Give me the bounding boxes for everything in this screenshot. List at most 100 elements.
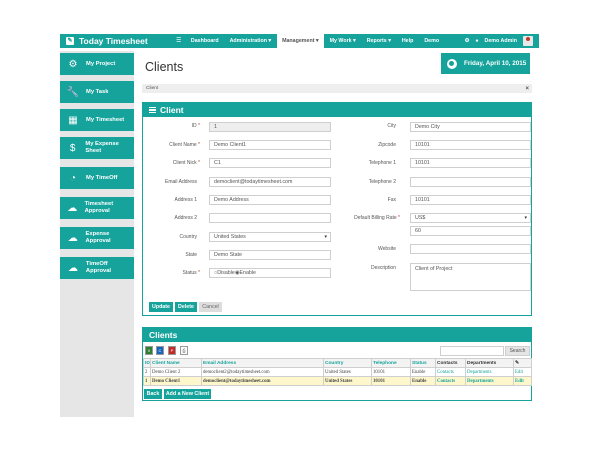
cell-email: democlient2@todaytimesheet.com bbox=[201, 367, 324, 377]
nav-management[interactable]: Management ▾ bbox=[276, 34, 325, 48]
wrench-icon: 🔧 bbox=[66, 86, 80, 98]
currency-selected-value: US$ bbox=[415, 215, 426, 221]
cell-client-name: Demo Client1 bbox=[150, 376, 202, 386]
cloud-upload-icon: ☁ bbox=[67, 232, 78, 244]
add-client-button[interactable]: Add a New Client bbox=[164, 389, 211, 399]
edit-link[interactable]: Edit bbox=[513, 367, 532, 377]
client-nick-field[interactable]: C1 bbox=[209, 158, 331, 168]
col-header-email[interactable]: Email Address bbox=[201, 358, 324, 368]
pencil-logo-icon: ✎ bbox=[66, 37, 74, 45]
clients-table: ID Client Name Email Address Country Tel… bbox=[143, 358, 532, 386]
col-header-country[interactable]: Country bbox=[323, 358, 372, 368]
excel-icon[interactable]: X bbox=[145, 346, 153, 355]
sidebar-item-label: My Expense Sheet bbox=[85, 141, 119, 154]
contacts-link[interactable]: Contacts bbox=[435, 367, 466, 377]
chevron-down-icon: ▾ bbox=[324, 234, 327, 240]
cloud-upload-icon: ☁ bbox=[67, 202, 78, 214]
col-header-client-name[interactable]: Client Name bbox=[150, 358, 202, 368]
col-header-status[interactable]: Status bbox=[410, 358, 436, 368]
cell-status: Enable bbox=[410, 367, 436, 377]
edit-link[interactable]: Edit bbox=[513, 376, 532, 386]
update-button[interactable]: Update bbox=[149, 302, 173, 312]
city-field[interactable]: Demo City bbox=[410, 122, 531, 132]
date-box: Friday, April 10, 2015 bbox=[441, 53, 530, 74]
address2-field[interactable] bbox=[209, 213, 331, 223]
globe-icon bbox=[447, 58, 457, 69]
sidebar-item-label: My TimeOff bbox=[86, 174, 118, 181]
table-row[interactable]: 2 Demo Client 2 democlient2@todaytimeshe… bbox=[143, 367, 532, 377]
email-field[interactable]: democlient@todaytimesheet.com bbox=[209, 177, 331, 187]
city-label: City bbox=[387, 123, 396, 129]
print-icon[interactable]: ⎙ bbox=[180, 346, 188, 355]
sidebar-item-timesheet-approval[interactable]: ☁ Timesheet Approval bbox=[60, 197, 134, 219]
table-header-row: ID Client Name Email Address Country Tel… bbox=[143, 358, 532, 368]
description-textarea[interactable]: Client of Project bbox=[410, 263, 531, 291]
status-label: Status * bbox=[182, 270, 200, 276]
notification-icon[interactable]: ● bbox=[475, 38, 478, 44]
nav-administration[interactable]: Administration ▾ bbox=[224, 34, 277, 48]
money-icon: $ bbox=[69, 142, 76, 154]
top-navbar: ✎ Today Timesheet ☰ Dashboard Administra… bbox=[60, 34, 539, 48]
nav-help[interactable]: Help bbox=[396, 34, 418, 48]
col-header-id[interactable]: ID bbox=[143, 358, 151, 368]
brand[interactable]: ✎ Today Timesheet bbox=[60, 36, 172, 46]
close-icon[interactable]: × bbox=[525, 86, 529, 92]
pdf-icon[interactable]: P bbox=[168, 346, 176, 355]
billing-rate-field[interactable]: 60 bbox=[410, 226, 531, 236]
nav-my-work[interactable]: My Work ▾ bbox=[324, 34, 361, 48]
table-row[interactable]: 1 Demo Client1 democlient@todaytimesheet… bbox=[143, 376, 532, 386]
chevron-down-icon: ▾ bbox=[524, 215, 527, 221]
nav-reports[interactable]: Reports ▾ bbox=[361, 34, 396, 48]
sidebar-item-my-task[interactable]: 🔧 My Task bbox=[60, 81, 134, 103]
cancel-button[interactable]: Cancel bbox=[199, 302, 222, 312]
departments-link[interactable]: Departments bbox=[465, 367, 514, 377]
website-field[interactable] bbox=[410, 244, 531, 254]
settings-icon[interactable]: ⚙ bbox=[465, 38, 470, 44]
cell-email: democlient@todaytimesheet.com bbox=[201, 376, 324, 386]
country-select[interactable]: United States ▾ bbox=[209, 232, 331, 242]
search-button[interactable]: Search bbox=[505, 346, 530, 356]
client-form-title: Client bbox=[160, 105, 184, 115]
sidebar-item-timeoff-approval[interactable]: ☁ TimeOff Approval bbox=[60, 257, 134, 279]
sidebar-item-my-expense-sheet[interactable]: $ My Expense Sheet bbox=[60, 137, 134, 159]
avatar[interactable] bbox=[523, 36, 533, 46]
sidebar-item-my-timeoff[interactable]: ◔ My TimeOff bbox=[60, 167, 134, 189]
nav-dashboard[interactable]: Dashboard bbox=[185, 34, 224, 48]
id-label: ID * bbox=[191, 123, 200, 129]
sidebar-item-my-timesheet[interactable]: ▦ My Timesheet bbox=[60, 109, 134, 131]
zipcode-field[interactable]: 10101 bbox=[410, 140, 531, 150]
state-field[interactable]: Demo State bbox=[209, 250, 331, 260]
client-name-field[interactable]: Demo Client1 bbox=[209, 140, 331, 150]
sidebar-item-expense-approval[interactable]: ☁ Expense Approval bbox=[60, 227, 134, 249]
clients-grid-header: Clients bbox=[143, 328, 531, 342]
departments-link[interactable]: Departments bbox=[465, 376, 514, 386]
currency-select[interactable]: US$ ▾ bbox=[410, 213, 531, 223]
telephone2-field[interactable] bbox=[410, 177, 531, 187]
breadcrumb-item[interactable]: Client bbox=[146, 86, 158, 91]
col-header-telephone[interactable]: Telephone bbox=[371, 358, 411, 368]
fax-field[interactable]: 10101 bbox=[410, 195, 531, 205]
csv-icon[interactable]: C bbox=[156, 346, 164, 355]
nav-demo[interactable]: Demo bbox=[419, 34, 445, 48]
telephone2-label: Telephone 2 bbox=[368, 179, 396, 185]
address1-field[interactable]: Demo Address bbox=[209, 195, 331, 205]
cell-status: Enable bbox=[410, 376, 436, 386]
clients-grid-title: Clients bbox=[149, 330, 178, 340]
user-area: ⚙ ● Demo Admin bbox=[459, 36, 539, 46]
user-name[interactable]: Demo Admin bbox=[485, 38, 517, 44]
menu-icon[interactable]: ☰ bbox=[172, 34, 185, 48]
sidebar-item-label: TimeOff Approval bbox=[85, 261, 112, 274]
state-label: State bbox=[185, 252, 197, 258]
id-field: 1 bbox=[209, 122, 331, 132]
telephone1-field[interactable]: 10101 bbox=[410, 158, 531, 168]
sidebar-item-my-project[interactable]: ⚙ My Project bbox=[60, 53, 134, 75]
sidebar-item-label: My Project bbox=[86, 60, 116, 67]
cell-id: 1 bbox=[143, 376, 151, 386]
delete-button[interactable]: Delete bbox=[175, 302, 197, 312]
sidebar-item-label: Expense Approval bbox=[85, 231, 111, 244]
breadcrumb: Client × bbox=[142, 84, 532, 93]
contacts-link[interactable]: Contacts bbox=[435, 376, 466, 386]
address1-label: Address 1 bbox=[174, 197, 197, 203]
search-input[interactable] bbox=[440, 346, 504, 356]
back-button[interactable]: Back bbox=[144, 389, 162, 399]
